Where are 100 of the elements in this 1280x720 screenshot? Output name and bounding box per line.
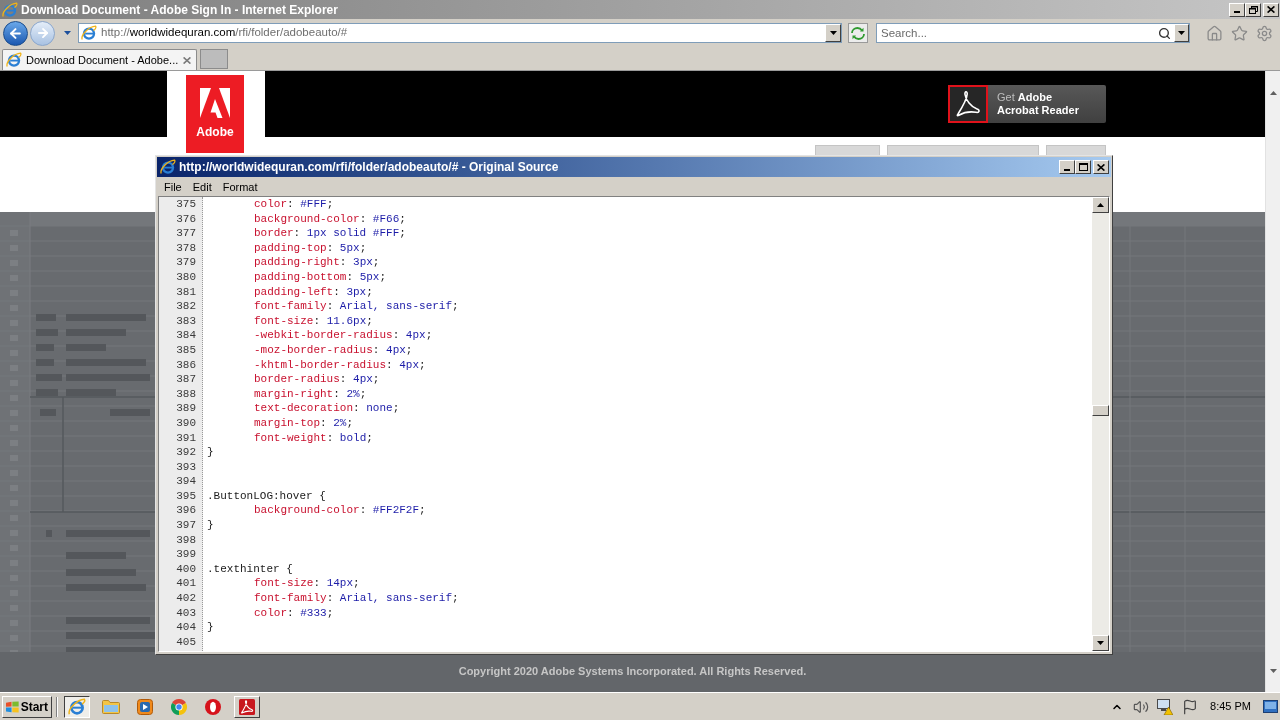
line-number: 382: [176, 299, 196, 314]
line-number: 391: [176, 430, 196, 446]
search-icon[interactable]: [1158, 26, 1171, 40]
close-icon: [1267, 6, 1275, 13]
play-tile-icon[interactable]: [137, 698, 153, 715]
line-number: 381: [176, 284, 196, 300]
page-scrollbar[interactable]: [1265, 71, 1280, 692]
line-number: 402: [176, 591, 196, 606]
line-number: 403: [176, 605, 196, 621]
scroll-thumb[interactable]: [1092, 405, 1109, 416]
code-line: padding-top: 5px;: [254, 240, 367, 256]
scroll-down-icon[interactable]: [1097, 641, 1104, 645]
scroll-down-icon[interactable]: [1269, 669, 1277, 673]
minimize-button[interactable]: [1059, 160, 1075, 174]
maximize-button[interactable]: [1075, 160, 1091, 174]
caret-icon: [829, 31, 837, 35]
back-button[interactable]: [3, 20, 28, 46]
code-line: padding-right: 3px;: [254, 255, 380, 270]
browser-icon: [68, 697, 86, 716]
refresh-arrows-icon: [851, 26, 865, 40]
restore-icon: [1248, 5, 1258, 14]
line-number: 395: [176, 488, 196, 504]
logo-mark-icon: [200, 88, 230, 118]
caret-icon[interactable]: [64, 31, 71, 35]
line-number: 384: [176, 328, 196, 343]
line-number: 386: [176, 357, 196, 373]
code-line: -webkit-border-radius: 4px;: [254, 328, 433, 343]
code-line: .ButtonLOG:hover {: [207, 488, 326, 504]
color-wheel-icon[interactable]: [171, 698, 187, 715]
line-number: 378: [176, 240, 196, 256]
browser-tab[interactable]: Download Document - Adobe...: [2, 49, 197, 70]
copyright-text: Copyright 2020 Adobe Systems Incorporated. All Rights Reserved.: [458, 663, 807, 679]
monitor-warning-icon[interactable]: [1157, 698, 1174, 715]
browser-icon: [160, 159, 176, 175]
restore-button[interactable]: [1245, 2, 1261, 17]
code-line: margin-top: 2%;: [254, 415, 354, 431]
code-line: border: 1px solid #FFF;: [254, 226, 406, 241]
line-number: 394: [176, 474, 196, 489]
line-number: 390: [176, 415, 196, 431]
search-field[interactable]: Search...: [877, 24, 1158, 42]
scroll-up-icon[interactable]: [1269, 91, 1277, 95]
address-dropdown-button[interactable]: [825, 24, 841, 42]
code-line: background-color: #F66;: [254, 211, 406, 227]
desktop-icon[interactable]: [1263, 700, 1278, 713]
minimize-button[interactable]: [1229, 2, 1245, 17]
minimize-icon: [1064, 168, 1070, 171]
swirl-logo-icon: [948, 85, 988, 123]
close-icon: [1097, 163, 1105, 171]
caret-icon: [1178, 31, 1185, 35]
line-number: 380: [176, 269, 196, 285]
browser-icon: [6, 52, 22, 68]
code-line: margin-right: 2%;: [254, 386, 367, 402]
menu-item[interactable]: Edit: [191, 179, 213, 194]
flag-icon[interactable]: [1182, 698, 1199, 715]
start-logo-icon: [6, 699, 19, 714]
start-button[interactable]: Start: [2, 695, 52, 718]
code-line: padding-left: 3px;: [254, 284, 373, 300]
minimize-icon: [1234, 11, 1240, 13]
code-line: }: [207, 445, 214, 460]
line-number: 397: [176, 518, 196, 533]
menu-item[interactable]: Format: [221, 179, 259, 194]
close-icon[interactable]: [183, 56, 191, 64]
scroll-up-icon[interactable]: [1097, 203, 1104, 207]
star-icon[interactable]: [1231, 24, 1248, 42]
source-window-title: http://worldwidequran.com/rfi/folder/adobeauto/# - Original Source: [179, 159, 559, 176]
address-field[interactable]: http://worldwidequran.com/rfi/folder/adobeauto/#: [78, 23, 842, 43]
line-number: 389: [176, 401, 196, 416]
line-number: 383: [176, 313, 196, 329]
search-dropdown-button[interactable]: [1174, 24, 1189, 42]
code-line: font-family: Arial, sans-serif;: [254, 591, 459, 606]
line-number: 379: [176, 255, 196, 270]
line-number: 401: [176, 576, 196, 592]
close-button[interactable]: [1093, 160, 1109, 174]
code-line: }: [207, 620, 214, 635]
line-number: 396: [176, 503, 196, 519]
search-box[interactable]: Search...: [876, 23, 1190, 43]
line-number: 393: [176, 459, 196, 475]
line-number: 399: [176, 547, 196, 562]
refresh-button[interactable]: [848, 23, 868, 43]
code-line: color: #333;: [254, 605, 334, 621]
clock-text: 8:45 PM: [1210, 699, 1251, 715]
code-line: font-family: Arial, sans-serif;: [254, 299, 459, 314]
maximize-icon: [1078, 163, 1088, 171]
menu-item[interactable]: File: [163, 179, 183, 194]
code-line: .texthinter {: [207, 561, 293, 577]
code-line: color: #FFF;: [254, 197, 334, 212]
ring-icon[interactable]: [205, 698, 221, 715]
line-number: 405: [176, 634, 196, 650]
code-line: font-weight: bold;: [254, 430, 373, 446]
line-number: 392: [176, 445, 196, 460]
speaker-icon[interactable]: [1133, 698, 1150, 715]
address-text: http://worldwidequran.com/rfi/folder/adobeauto/#: [101, 25, 348, 41]
taskbar-button[interactable]: [64, 695, 90, 718]
source-scrollbar[interactable]: [1092, 197, 1109, 651]
code-line: border-radius: 4px;: [254, 372, 380, 387]
line-number: 404: [176, 620, 196, 635]
close-button[interactable]: [1263, 2, 1279, 17]
line-number: 387: [176, 372, 196, 387]
line-number: 388: [176, 386, 196, 402]
get-reader-button[interactable]: Get Adobe Acrobat Reader: [948, 85, 1106, 123]
